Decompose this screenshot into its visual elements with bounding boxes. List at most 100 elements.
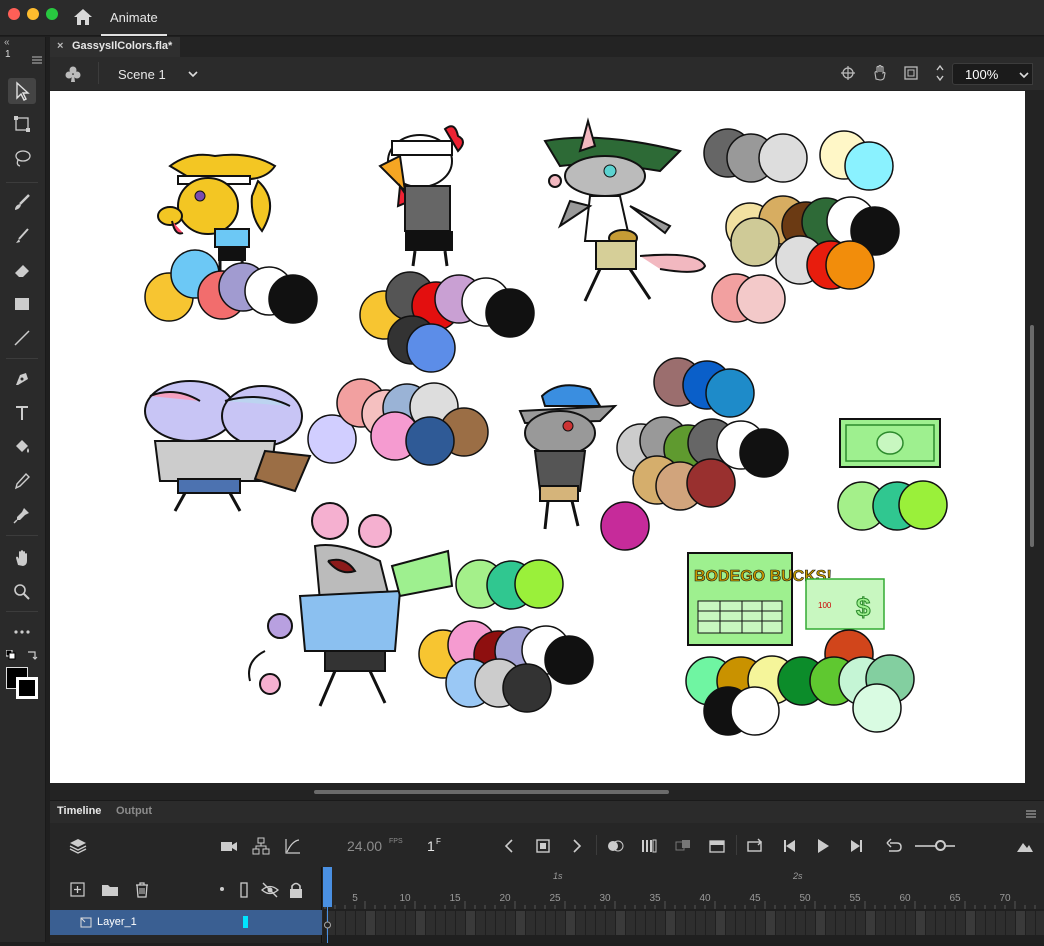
blue-cap-character bbox=[518, 384, 618, 530]
rotate-stage-icon[interactable] bbox=[871, 64, 889, 85]
swap-colors-icon[interactable] bbox=[26, 649, 38, 664]
edit-bar-divider bbox=[98, 62, 99, 84]
scene-dropdown-chevron-down-icon[interactable] bbox=[187, 68, 199, 82]
step-back-icon[interactable] bbox=[780, 837, 798, 858]
delete-trash-icon[interactable] bbox=[133, 881, 151, 902]
close-window-button[interactable] bbox=[8, 8, 20, 20]
more-tools-icon[interactable] bbox=[8, 619, 36, 645]
graph-icon[interactable] bbox=[284, 837, 302, 858]
tab-output[interactable]: Output bbox=[116, 805, 152, 817]
layer-row[interactable]: Layer_1 bbox=[50, 910, 322, 935]
next-keyframe-chevron-icon[interactable] bbox=[568, 837, 586, 858]
toolbar-divider bbox=[6, 611, 38, 612]
new-layer-icon[interactable] bbox=[69, 881, 87, 902]
selection-tool[interactable] bbox=[8, 78, 36, 104]
layer-parenting-icon[interactable] bbox=[252, 837, 270, 858]
pink-mouse-character bbox=[248, 502, 454, 707]
paint-brush-tool[interactable] bbox=[8, 223, 36, 249]
undo-icon[interactable] bbox=[885, 837, 903, 858]
line-tool[interactable] bbox=[8, 325, 36, 351]
frame-number: 15 bbox=[449, 893, 461, 904]
hand-tool[interactable] bbox=[8, 545, 36, 571]
frames-ruler bbox=[323, 867, 1044, 943]
fill-color-swatch[interactable] bbox=[16, 677, 38, 699]
artwork: BODEGO BUCKS! 100 $ bbox=[144, 117, 948, 736]
rectangle-tool[interactable] bbox=[8, 291, 36, 317]
onion-skin-icon[interactable] bbox=[606, 837, 624, 858]
document-tab[interactable]: × GassysIlColors.fla* bbox=[50, 37, 181, 57]
panel-menu-icon[interactable] bbox=[32, 53, 42, 67]
document-tabs: × GassysIlColors.fla* bbox=[50, 37, 1044, 57]
two-headed-cat-character bbox=[144, 380, 312, 512]
lock-icon[interactable] bbox=[287, 881, 305, 902]
fps-value[interactable]: 24.00 bbox=[347, 838, 382, 854]
layer-name[interactable]: Layer_1 bbox=[97, 916, 137, 928]
hide-eye-icon[interactable] bbox=[261, 881, 279, 902]
frame-number: 50 bbox=[799, 893, 811, 904]
fps-unit: FPS bbox=[389, 838, 403, 845]
pen-tool[interactable] bbox=[8, 366, 36, 392]
paint-bucket-tool[interactable] bbox=[8, 434, 36, 460]
lasso-tool[interactable] bbox=[8, 145, 36, 171]
controls-divider bbox=[736, 835, 737, 855]
frames-area[interactable]: 1s 2s 5 10 15 20 25 30 35 40 45 50 55 60 65 70 bbox=[323, 867, 1044, 943]
eraser-tool[interactable] bbox=[8, 257, 36, 283]
layers-icon[interactable] bbox=[69, 837, 87, 858]
second-label-2s: 2s bbox=[793, 871, 803, 881]
mountain-icon[interactable] bbox=[1016, 837, 1034, 858]
default-colors-icon[interactable] bbox=[5, 649, 16, 663]
app-tab[interactable]: Animate bbox=[101, 0, 167, 36]
tab-timeline[interactable]: Timeline bbox=[57, 805, 101, 817]
layer-color-swatch[interactable] bbox=[243, 916, 248, 928]
maximize-window-button[interactable] bbox=[46, 8, 58, 20]
frame-number: 35 bbox=[649, 893, 661, 904]
insert-keyframe-icon[interactable] bbox=[534, 837, 552, 858]
frame-zoom-slider-handle[interactable] bbox=[935, 840, 946, 851]
frame-number: 60 bbox=[899, 893, 911, 904]
frame-number: 10 bbox=[399, 893, 411, 904]
center-frame-icon[interactable] bbox=[674, 837, 692, 858]
minimize-window-button[interactable] bbox=[27, 8, 39, 20]
dollar-bill bbox=[839, 418, 941, 468]
camera-icon[interactable] bbox=[220, 837, 238, 858]
zoom-dropdown-chevron-down-icon[interactable] bbox=[1016, 63, 1033, 85]
free-transform-tool[interactable] bbox=[8, 111, 36, 137]
layer-icon bbox=[80, 916, 92, 931]
edit-multiple-frames-icon[interactable] bbox=[640, 837, 658, 858]
center-stage-icon[interactable] bbox=[840, 65, 856, 84]
club-icon[interactable] bbox=[64, 65, 82, 86]
home-icon[interactable] bbox=[72, 7, 94, 27]
clip-content-icon[interactable] bbox=[903, 65, 919, 84]
current-frame[interactable]: 1 bbox=[427, 838, 435, 854]
zoom-stepper-icon[interactable] bbox=[935, 62, 945, 87]
step-forward-icon[interactable] bbox=[848, 837, 866, 858]
outline-icon[interactable] bbox=[235, 881, 253, 902]
asset-warp-tool[interactable] bbox=[8, 502, 36, 528]
scene-label: Scene 1 bbox=[118, 67, 166, 82]
paste-frames-icon[interactable] bbox=[708, 837, 726, 858]
toolbar-divider bbox=[6, 182, 38, 183]
new-folder-icon[interactable] bbox=[101, 881, 119, 902]
play-icon[interactable] bbox=[814, 837, 832, 858]
previous-keyframe-chevron-icon[interactable] bbox=[500, 837, 518, 858]
loop-icon[interactable] bbox=[746, 837, 764, 858]
frame-number: 70 bbox=[999, 893, 1011, 904]
highlight-layer-dot-icon[interactable] bbox=[220, 887, 224, 891]
close-tab-icon[interactable]: × bbox=[57, 40, 63, 52]
eyedropper-tool[interactable] bbox=[8, 468, 36, 494]
panel-menu-icon[interactable] bbox=[1026, 807, 1036, 821]
vertical-scrollbar[interactable] bbox=[1030, 325, 1034, 547]
text-tool[interactable] bbox=[8, 400, 36, 426]
horizontal-scrollbar[interactable] bbox=[314, 790, 669, 794]
zoom-tool[interactable] bbox=[8, 579, 36, 605]
chicken-character bbox=[378, 125, 464, 267]
stage-canvas[interactable]: BODEGO BUCKS! 100 $ bbox=[50, 91, 1025, 783]
brush-tool[interactable] bbox=[8, 189, 36, 215]
zoom-input[interactable]: 100% bbox=[952, 63, 1022, 85]
frame-number: 30 bbox=[599, 893, 611, 904]
frame-number: 45 bbox=[749, 893, 761, 904]
title-bar: Animate bbox=[0, 0, 1044, 36]
timeline-panel: Timeline Output 24.00 FPS 1 F Layer_1 1s… bbox=[50, 800, 1044, 943]
collapse-panel-button[interactable]: « bbox=[4, 37, 10, 48]
controls-divider bbox=[596, 835, 597, 855]
